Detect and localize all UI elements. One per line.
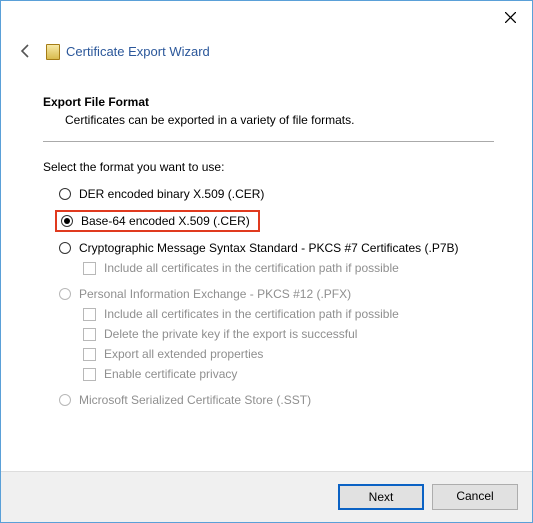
pfx-delete-label: Delete the private key if the export is … [104,327,357,341]
section-heading: Export File Format [43,95,494,109]
radio-icon [59,188,71,200]
format-prompt: Select the format you want to use: [43,160,494,174]
option-pkcs7-label: Cryptographic Message Syntax Standard - … [79,241,459,255]
close-icon [505,12,516,23]
radio-checked-icon [61,215,73,227]
cancel-button[interactable]: Cancel [432,484,518,510]
pfx-extended-props: Export all extended properties [43,344,494,364]
pkcs7-include-label: Include all certificates in the certific… [104,261,399,275]
divider [43,141,494,142]
pfx-include-all: Include all certificates in the certific… [43,304,494,324]
certificate-icon [44,43,60,59]
option-der[interactable]: DER encoded binary X.509 (.CER) [43,184,494,204]
checkbox-icon [83,262,96,275]
back-button[interactable] [16,41,36,61]
option-pfx-label: Personal Information Exchange - PKCS #12… [79,287,351,301]
option-sst-label: Microsoft Serialized Certificate Store (… [79,393,311,407]
option-pkcs7[interactable]: Cryptographic Message Syntax Standard - … [43,238,494,258]
checkbox-icon [83,328,96,341]
pfx-privacy-label: Enable certificate privacy [104,367,237,381]
section-subtitle: Certificates can be exported in a variet… [43,109,494,127]
pkcs7-include-all: Include all certificates in the certific… [43,258,494,278]
checkbox-icon [83,348,96,361]
close-button[interactable] [498,7,522,27]
pfx-privacy: Enable certificate privacy [43,364,494,384]
checkbox-icon [83,308,96,321]
pfx-include-label: Include all certificates in the certific… [104,307,399,321]
option-der-label: DER encoded binary X.509 (.CER) [79,187,264,201]
option-pfx: Personal Information Exchange - PKCS #12… [43,284,494,304]
checkbox-icon [83,368,96,381]
pfx-extended-label: Export all extended properties [104,347,263,361]
footer: Next Cancel [1,471,532,522]
back-arrow-icon [18,43,34,59]
option-base64-label: Base-64 encoded X.509 (.CER) [81,214,250,228]
radio-icon [59,242,71,254]
pfx-delete-key: Delete the private key if the export is … [43,324,494,344]
option-sst: Microsoft Serialized Certificate Store (… [43,390,494,410]
wizard-title: Certificate Export Wizard [66,44,210,59]
next-button[interactable]: Next [338,484,424,510]
radio-disabled-icon [59,288,71,300]
radio-disabled-icon [59,394,71,406]
option-base64[interactable]: Base-64 encoded X.509 (.CER) [55,210,260,232]
